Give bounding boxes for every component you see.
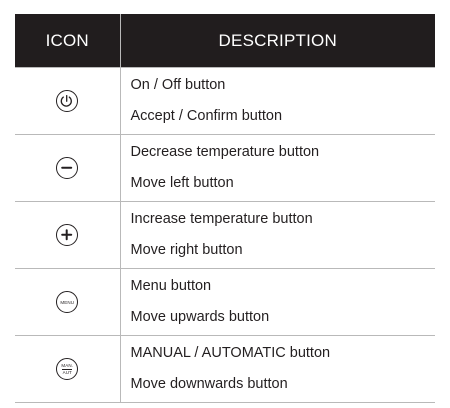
icon-description-table: ICON DESCRIPTION On / Off button Accept … — [15, 14, 435, 403]
description-cell: Decrease temperature button Move left bu… — [120, 134, 435, 202]
table-row: Decrease temperature button Move left bu… — [15, 134, 435, 202]
icon-cell — [15, 67, 121, 135]
table-row: MENU Menu button Move upwards button — [15, 268, 435, 336]
menu-icon: MENU — [56, 291, 79, 313]
icon-cell — [15, 201, 121, 269]
table-row: MAN. AUT MANUAL / AUTOMATIC button Move … — [15, 335, 435, 403]
table-row: Increase temperature button Move right b… — [15, 201, 435, 269]
description-line: Move upwards button — [130, 309, 270, 325]
minus-icon — [56, 157, 79, 179]
auto-icon-text: AUT — [62, 370, 72, 375]
manual-icon-text: MAN. — [61, 363, 74, 368]
power-icon — [56, 90, 79, 112]
description-line: On / Off button — [130, 77, 226, 93]
icon-cell — [15, 134, 121, 202]
icon-cell: MAN. AUT — [15, 335, 121, 403]
description-cell: Menu button Move upwards button — [120, 268, 435, 336]
description-cell: Increase temperature button Move right b… — [120, 201, 435, 269]
manual-auto-icon: MAN. AUT — [56, 358, 79, 380]
description-line: Menu button — [130, 278, 212, 294]
description-cell: MANUAL / AUTOMATIC button Move downwards… — [120, 335, 435, 403]
plus-icon — [56, 224, 79, 246]
icon-column-header: ICON — [15, 14, 120, 68]
description-line: Decrease temperature button — [130, 144, 320, 160]
description-line: Increase temperature button — [130, 211, 313, 227]
description-line: Move downwards button — [130, 376, 288, 392]
table-header-row: ICON DESCRIPTION — [15, 14, 435, 68]
description-line: MANUAL / AUTOMATIC button — [130, 345, 331, 361]
table-row: On / Off button Accept / Confirm button — [15, 67, 435, 135]
description-line: Accept / Confirm button — [130, 108, 283, 124]
description-line: Move right button — [130, 242, 243, 258]
description-line: Move left button — [130, 175, 234, 191]
description-cell: On / Off button Accept / Confirm button — [120, 67, 435, 135]
description-column-header: DESCRIPTION — [119, 14, 435, 68]
icon-cell: MENU — [15, 268, 121, 336]
menu-icon-text: MENU — [60, 299, 75, 305]
